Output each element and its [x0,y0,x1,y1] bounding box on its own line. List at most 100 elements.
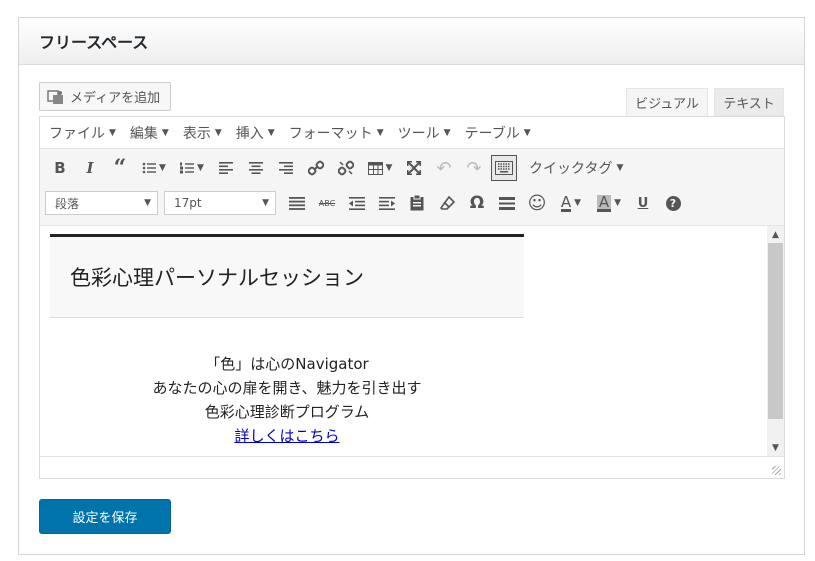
horizontal-line-button[interactable] [492,189,522,217]
content-body: 「色」は心のNavigator あなたの心の扉を開き、魅力を引き出す 色彩心理診… [40,352,534,448]
table-button[interactable]: ▼ [361,154,399,182]
menu-file[interactable]: ファイル ▼ [49,123,116,143]
outdent-button[interactable] [342,189,372,217]
menu-view[interactable]: 表示 ▼ [183,123,222,143]
caret-down-icon: ▼ [574,198,582,208]
toolbar-toggle-button[interactable] [491,155,517,181]
quicktag-label: クイックタグ [529,161,613,177]
panel-title: フリースペース [39,33,149,52]
editor-statusbar [40,456,784,478]
align-center-icon [249,162,263,174]
panel-header: フリースペース [19,18,804,65]
emoji-button[interactable]: ☺ [522,189,552,217]
align-left-button[interactable] [211,154,241,182]
editor-menubar: ファイル ▼ 編集 ▼ 表示 ▼ 挿入 ▼ フォーマット ▼ ツール ▼ テーブル ▼ [40,117,784,149]
fullscreen-button[interactable] [399,154,429,182]
strikethrough-icon: ABC [318,198,336,208]
quote-icon: “ [113,155,127,181]
menu-edit[interactable]: 編集 ▼ [130,123,169,143]
special-character-button[interactable]: Ω [462,189,492,217]
caret-down-icon: ▼ [159,163,166,173]
clipboard-icon [410,195,424,211]
menu-edit-label: 編集 [129,125,158,142]
strikethrough-button[interactable]: ABC [312,189,342,217]
caret-down-icon: ▼ [262,198,269,208]
help-button[interactable]: ? [658,189,688,217]
caret-down-icon: ▼ [214,127,222,138]
text-color-icon: A [560,192,572,212]
editor-toolbar: B I “ ▼ ▼ ▼ ↶ ↷ クイックタグ ▼ 段落 ▼ 17pt ▼ ABC… [40,149,784,226]
menu-tools[interactable]: ツール ▼ [398,123,451,143]
menu-format-label: フォーマット [288,125,373,142]
caret-down-icon: ▼ [144,198,151,208]
horizontal-rule-icon [499,196,515,210]
insert-link-button[interactable] [301,154,331,182]
menu-insert-label: 挿入 [235,125,264,142]
blockquote-button[interactable]: “ [105,154,135,182]
underline-icon: U [637,195,649,211]
tab-visual[interactable]: ビジュアル [626,88,708,116]
caret-down-icon: ▼ [161,127,169,138]
bullet-list-button[interactable]: ▼ [135,154,173,182]
underline-button[interactable]: U [628,189,658,217]
italic-icon: I [86,159,94,177]
align-right-button[interactable] [271,154,301,182]
add-media-button[interactable]: メディアを追加 [39,82,171,111]
clear-formatting-button[interactable] [432,189,462,217]
size-select-value: 17pt [174,196,202,210]
save-settings-button[interactable]: 設定を保存 [39,499,171,534]
menu-format[interactable]: フォーマット ▼ [289,123,384,143]
menu-insert[interactable]: 挿入 ▼ [236,123,275,143]
tab-text[interactable]: テキスト [714,88,784,116]
details-link[interactable]: 詳しくはこちら [234,427,339,445]
indent-button[interactable] [372,189,402,217]
content-scrollbar[interactable]: ▲ ▼ [767,226,784,456]
menu-view-label: 表示 [182,125,211,142]
toolbar-row-1: B I “ ▼ ▼ ▼ ↶ ↷ クイックタグ ▼ [45,153,623,183]
content-line-2: あなたの心の扉を開き、魅力を引き出す [152,379,422,397]
quicktag-dropdown[interactable]: クイックタグ ▼ [529,158,623,178]
rich-text-editor: ファイル ▼ 編集 ▼ 表示 ▼ 挿入 ▼ フォーマット ▼ ツール ▼ テーブル ▼ B I… [39,116,785,479]
caret-down-icon: ▼ [614,198,622,208]
bold-button[interactable]: B [45,154,75,182]
align-left-icon [219,162,233,174]
align-center-button[interactable] [241,154,271,182]
undo-button[interactable]: ↶ [429,154,459,182]
add-media-label: メディアを追加 [70,91,161,106]
resize-handle-icon[interactable] [772,466,781,475]
content-line-1: 「色」は心のNavigator [205,355,369,373]
smiley-icon: ☺ [527,192,547,214]
scrollbar-thumb[interactable] [768,243,783,419]
numbered-list-button[interactable]: ▼ [173,154,211,182]
redo-button[interactable]: ↷ [459,154,489,182]
outdent-icon [349,196,365,210]
keyboard-icon [495,161,513,175]
eraser-icon [439,195,455,210]
menu-table-label: テーブル [464,125,520,142]
editor-content-area[interactable]: 色彩心理パーソナルセッション 「色」は心のNavigator あなたの心の扉を開… [40,226,768,456]
indent-icon [379,196,395,210]
paragraph-format-select[interactable]: 段落 ▼ [45,191,158,215]
caret-down-icon: ▼ [267,127,275,138]
unlink-icon [338,160,354,176]
align-justify-icon [289,196,305,210]
content-line-3: 色彩心理診断プログラム [204,403,370,421]
font-size-select[interactable]: 17pt ▼ [164,191,276,215]
menu-file-label: ファイル [49,125,105,142]
italic-button[interactable]: I [75,154,105,182]
unlink-button[interactable] [331,154,361,182]
justify-button[interactable] [282,189,312,217]
content-heading-box: 色彩心理パーソナルセッション [50,234,524,318]
scroll-up-icon[interactable]: ▲ [767,226,784,243]
omega-icon: Ω [469,193,485,213]
text-color-button[interactable]: A ▼ [552,189,590,217]
caret-down-icon: ▼ [616,163,624,173]
menu-table[interactable]: テーブル ▼ [465,123,531,143]
toolbar-row-2: 段落 ▼ 17pt ▼ ABC Ω ☺ A ▼ A ▼ U ? [45,188,688,218]
background-color-button[interactable]: A ▼ [590,189,628,217]
format-select-value: 段落 [55,196,80,211]
paste-text-button[interactable] [402,189,432,217]
scroll-down-icon[interactable]: ▼ [767,439,784,456]
align-right-icon [279,162,293,174]
free-space-panel: フリースペース メディアを追加 ビジュアル テキスト ファイル ▼ 編集 ▼ 表示 ▼… [18,17,805,555]
